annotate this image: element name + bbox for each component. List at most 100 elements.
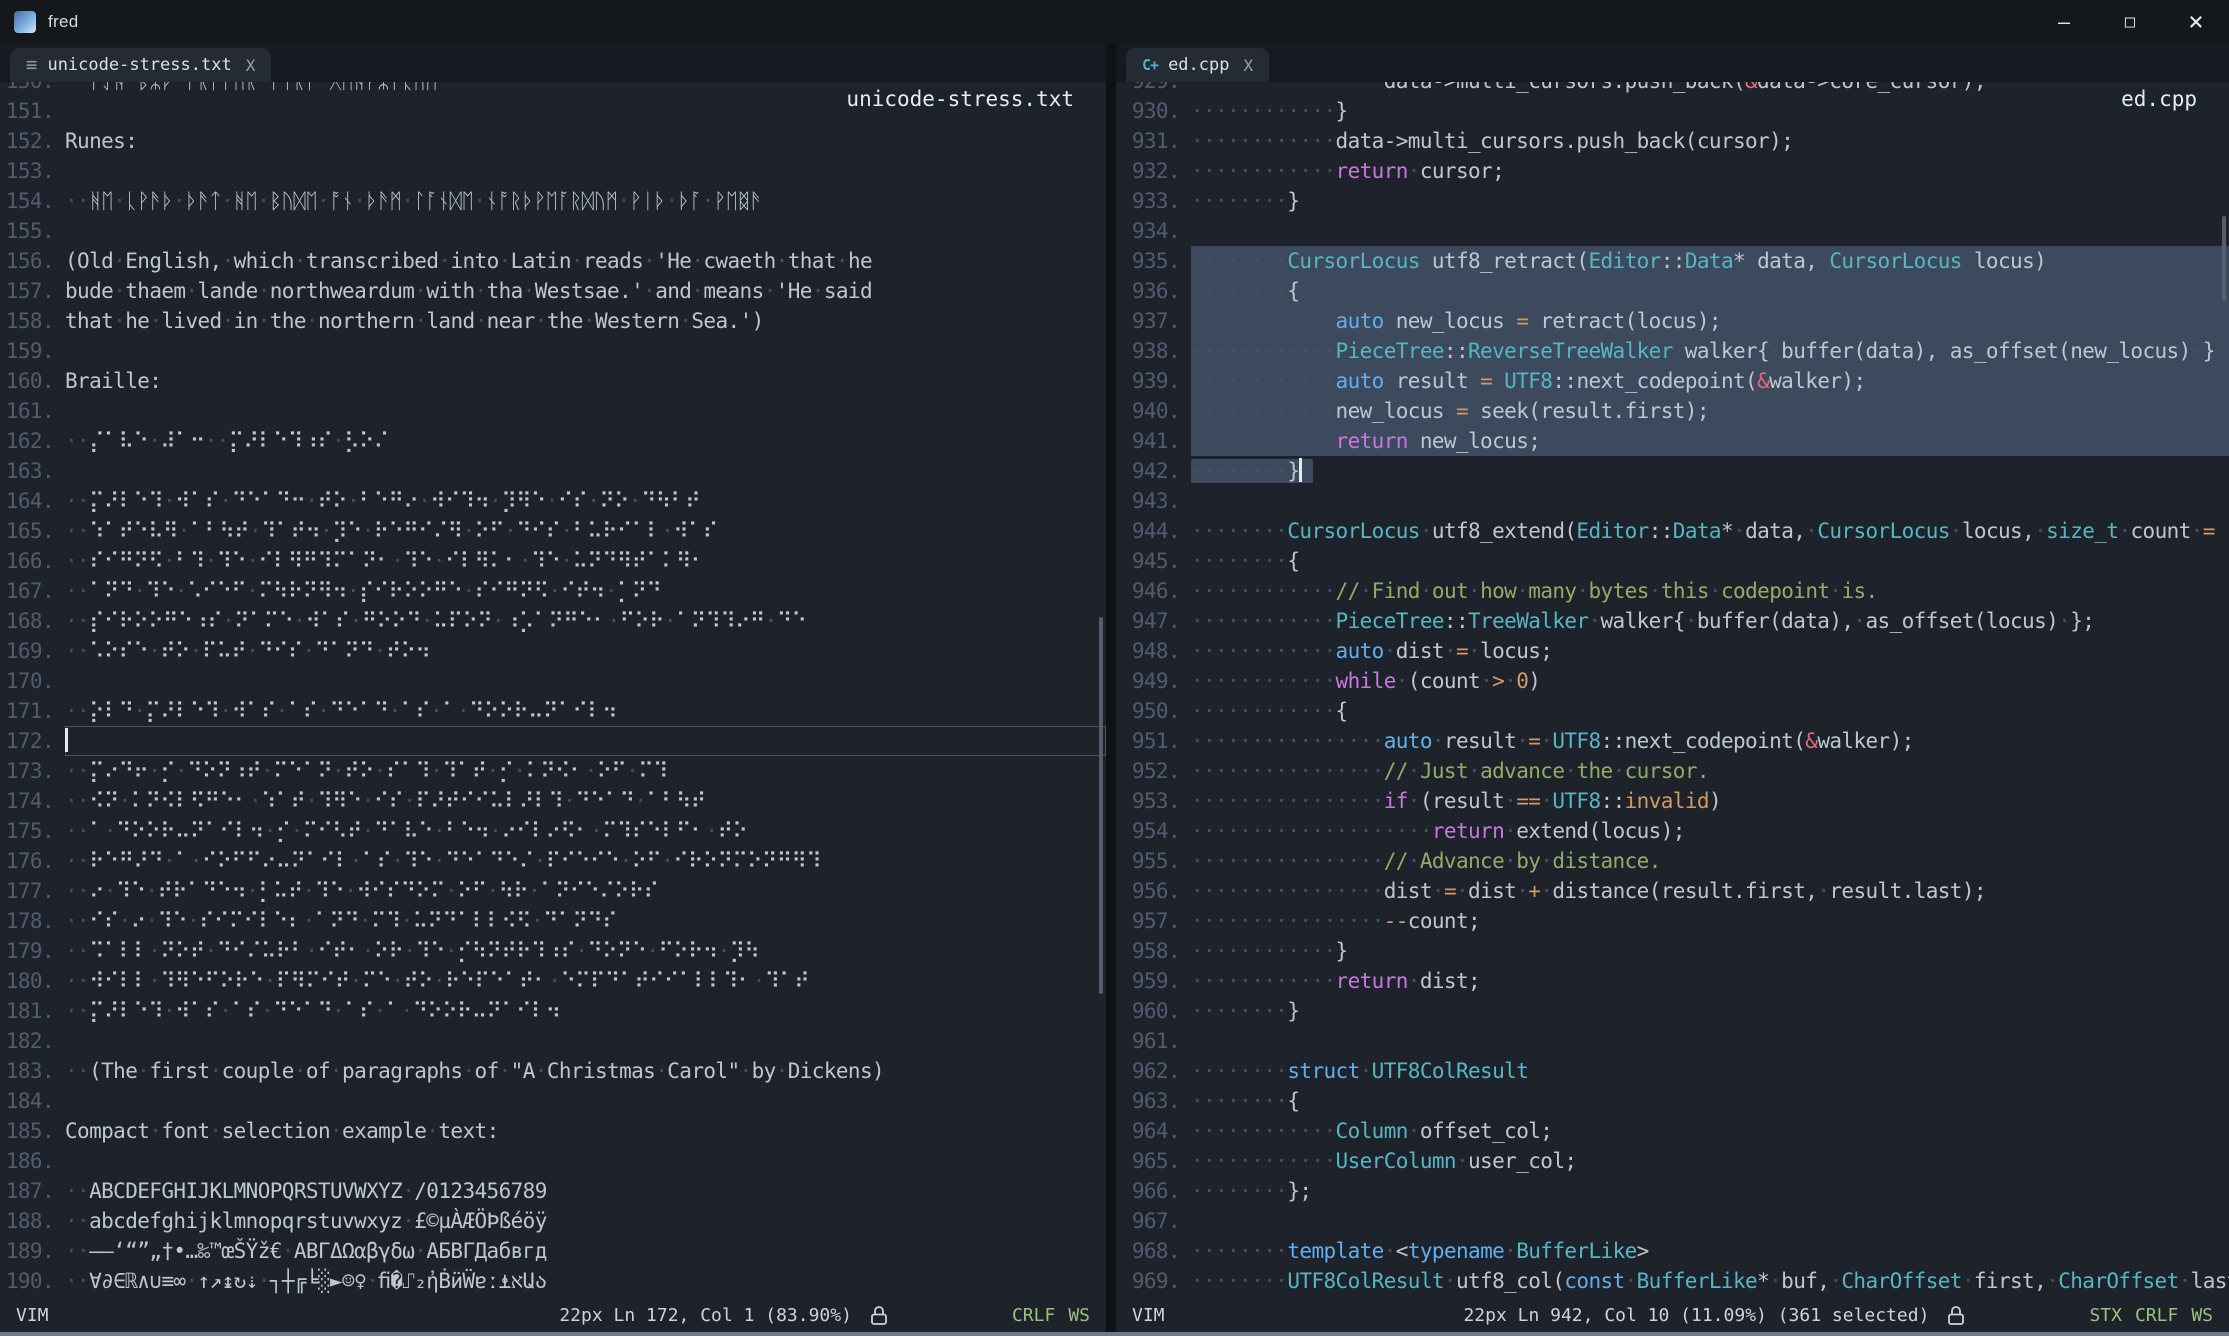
minimize-button[interactable]: – [2031, 0, 2097, 44]
editor-line[interactable]: 166.··⠎⠊⠛⠝⠫·⠃⠹·⠹⠑·⠊⠇⠻⠛⠹⠍⠁⠝⠂·⠹⠑·⠊⠇⠻⠅⠂·⠹⠑·… [0, 546, 1106, 576]
editor-line[interactable]: 954.····················return·extend(lo… [1116, 816, 2229, 846]
editor-line[interactable]: 962.········struct·UTF8ColResult [1116, 1056, 2229, 1086]
editor-line[interactable]: 944.········CursorLocus·utf8_extend(Edit… [1116, 516, 2229, 546]
editor-line[interactable]: 179.··⠩⠁⠇⠇·⠝⠕⠞·⠙⠊⠌⠥⠗⠃·⠊⠞⠂·⠕⠗·⠹⠑·⡊⠳⠝⠞⠗⠹⠰⠎… [0, 936, 1106, 966]
editor-line[interactable]: 183.··(The·first·couple·of·paragraphs·of… [0, 1056, 1106, 1086]
editor-line[interactable]: 957.················--count; [1116, 906, 2229, 936]
editor-line[interactable]: 156.(Old·English,·which·transcribed·into… [0, 246, 1106, 276]
editor-line[interactable]: 956.················dist·=·dist·+·distan… [1116, 876, 2229, 906]
editor-line[interactable]: 184. [0, 1086, 1106, 1116]
maximize-button[interactable]: □ [2097, 0, 2163, 44]
status-flag-stx[interactable]: STX [2089, 1305, 2122, 1326]
editor-line[interactable]: 953.················if·(result·==·UTF8::… [1116, 786, 2229, 816]
tab-close-icon[interactable]: X [1243, 56, 1253, 75]
editor-line[interactable]: 936.········{ [1116, 276, 2229, 306]
editor-line[interactable]: 185.Compact·font·selection·example·text: [0, 1116, 1106, 1146]
editor-line[interactable]: 931.············data->multi_cursors.push… [1116, 126, 2229, 156]
editor-line[interactable]: 955.················//·Advance·by·distan… [1116, 846, 2229, 876]
editor-line[interactable]: 937.············auto·new_locus·=·retract… [1116, 306, 2229, 336]
editor-line[interactable]: 172. [0, 726, 1106, 756]
editor-line[interactable]: 945.········{ [1116, 546, 2229, 576]
editor-line[interactable]: 948.············auto·dist·=·locus; [1116, 636, 2229, 666]
editor-line[interactable]: 961. [1116, 1026, 2229, 1056]
editor-line[interactable]: 165.··⠱⠁⠞⠑⠧⠻·⠁⠃⠳⠞·⠹⠁⠞⠲·⡹⠑·⠗⠑⠛⠊⠌⠻·⠕⠋·⠙⠊⠎·… [0, 516, 1106, 546]
editor-line[interactable]: 946.············//·Find·out·how·many·byt… [1116, 576, 2229, 606]
editor-line[interactable]: 942.········} [1116, 456, 2229, 486]
status-flag-ws[interactable]: WS [2191, 1305, 2213, 1326]
editor-line[interactable]: 168.··⡎⠊⠗⠕⠕⠛⠑⠰⠎·⠝⠁⠍⠑·⠺⠁⠎·⠛⠕⠕⠙·⠥⠏⠕⠝·⠰⡡⠁⠝⠛… [0, 606, 1106, 636]
editor-line[interactable]: 939.············auto·result·=·UTF8::next… [1116, 366, 2229, 396]
status-flag-crlf[interactable]: CRLF [1012, 1305, 1055, 1326]
editor-line[interactable]: 178.··⠊⠎·⠔·⠹⠑·⠎⠊⠍⠊⠇⠑⠆·⠁⠝⠙·⠍⠹·⠥⠝⠙⠁⠇⠇⠪⠫·⠙⠁… [0, 906, 1106, 936]
editor-line[interactable]: 951.················auto·result·=·UTF8::… [1116, 726, 2229, 756]
editor-line[interactable]: 188.··abcdefghijklmnopqrstuvwxyz·£©µÀÆÖÞ… [0, 1206, 1106, 1236]
editor-line[interactable]: 969.········UTF8ColResult·utf8_col(const… [1116, 1266, 2229, 1296]
editor-line[interactable]: 960.········} [1116, 996, 2229, 1026]
editor-line[interactable]: 967. [1116, 1206, 2229, 1236]
editor-line[interactable]: 177.··⠔·⠹⠑·⠞⠗⠁⠙⠑⠲·⡃⠥⠞·⠹⠑·⠺⠊⠎⠙⠕⠍·⠕⠋·⠳⠗·⠁⠝… [0, 876, 1106, 906]
editor-line[interactable]: 959.············return·dist; [1116, 966, 2229, 996]
editor-line[interactable]: 934. [1116, 216, 2229, 246]
close-button[interactable]: × [2163, 0, 2229, 44]
lock-icon[interactable] [1947, 1305, 1965, 1326]
editor-line[interactable]: 189.··–—‘“”„†•…‰™œŠŸž€·ΑΒΓΔΩαβγδω·АБВГДа… [0, 1236, 1106, 1266]
editor-line[interactable]: 167.··⠁⠝⠙·⠹⠑·⠡⠊⠑⠋·⠍⠳⠗⠝⠻⠲·⡎⠊⠗⠕⠕⠛⠑·⠎⠊⠛⠝⠫·⠊… [0, 576, 1106, 606]
editor-line[interactable]: 169.··⠡⠕⠎⠑·⠞⠕·⠏⠥⠞·⠙⠊⠎·⠙⠁⠝⠙·⠞⠕⠲ [0, 636, 1106, 666]
editor-line[interactable]: 161. [0, 396, 1106, 426]
status-flag-ws[interactable]: WS [1068, 1305, 1090, 1326]
editor-line[interactable]: 929.················data->multi_cursors.… [1116, 82, 2229, 96]
editor-line[interactable]: 933.········} [1116, 186, 2229, 216]
editor-line[interactable]: 176.··⠗⠑⠛⠜⠙·⠁·⠊⠕⠋⠋⠔⠤⠝⠁⠊⠇·⠁⠎·⠹⠑·⠙⠑⠁⠙⠑⠌·⠏⠊… [0, 846, 1106, 876]
editor-line[interactable]: 157.bude·thaem·lande·northweardum·with·t… [0, 276, 1106, 306]
tab-unicode-stress-txt[interactable]: ≡ unicode-stress.txt X [10, 48, 271, 82]
editor-line[interactable]: 964.············Column·offset_col; [1116, 1116, 2229, 1146]
editor-line[interactable]: 949.············while·(count·>·0) [1116, 666, 2229, 696]
editor-line[interactable]: 190.··∀∂∈ℝ∧∪≡∞·↑↗↨↻⇣·┐┼╔╘░►☺♀·ﬁ�⑀₂ἠḂӥẄɐː… [0, 1266, 1106, 1296]
right-scrollbar[interactable] [2219, 82, 2229, 1298]
right-editor[interactable]: 929.················data->multi_cursors.… [1116, 82, 2229, 1298]
editor-line[interactable]: 174.··⠪⠝·⠅⠝⠪⠇⠫⠛⠑⠂·⠱⠁⠞·⠹⠻⠑·⠊⠎·⠏⠜⠞⠊⠊⠥⠇⠜⠇⠹·… [0, 786, 1106, 816]
tab-close-icon[interactable]: X [246, 56, 256, 75]
editor-line[interactable]: 947.············PieceTree::TreeWalker·wa… [1116, 606, 2229, 636]
editor-line[interactable]: 963.········{ [1116, 1086, 2229, 1116]
left-scrollbar[interactable] [1096, 82, 1106, 1298]
editor-line[interactable]: 940.············new_locus·=·seek(result.… [1116, 396, 2229, 426]
editor-line[interactable]: 930.············} [1116, 96, 2229, 126]
editor-line[interactable]: 180.··⠺⠊⠇⠇·⠹⠻⠑⠋⠕⠗⠑·⠏⠻⠍⠊⠞·⠍⠑·⠞⠕·⠗⠑⠏⠑⠁⠞⠂·⠑… [0, 966, 1106, 996]
editor-line[interactable]: 966.········}; [1116, 1176, 2229, 1206]
left-scrollbar-thumb[interactable] [1099, 617, 1103, 994]
editor-line[interactable]: 160.Braille: [0, 366, 1106, 396]
editor-line[interactable]: 164.··⡍⠜⠇⠑⠹·⠺⠁⠎·⠙⠑⠁⠙⠒·⠞⠕·⠃⠑⠛⠔·⠺⠊⠹⠲·⡹⠻⠑·⠊… [0, 486, 1106, 516]
editor-line[interactable]: 186. [0, 1146, 1106, 1176]
editor-line[interactable]: 932.············return·cursor; [1116, 156, 2229, 186]
editor-line[interactable]: 938.············PieceTree::ReverseTreeWa… [1116, 336, 2229, 366]
editor-line[interactable]: 173.··⡍⠔⠙⠖·⡊·⠙⠕⠝⠰⠞·⠍⠑⠁⠝·⠞⠕·⠎⠁⠹·⠹⠁⠞·⡊·⠅⠝⠪… [0, 756, 1106, 786]
editor-line[interactable]: 965.············UserColumn·user_col; [1116, 1146, 2229, 1176]
editor-line[interactable]: 181.··⡍⠜⠇⠑⠹·⠺⠁⠎·⠁⠎·⠙⠑⠁⠙·⠁⠎·⠁·⠙⠕⠕⠗⠤⠝⠁⠊⠇⠲ [0, 996, 1106, 1026]
editor-line[interactable]: 159. [0, 336, 1106, 366]
editor-line[interactable]: 153. [0, 156, 1106, 186]
tab-ed-cpp[interactable]: C+ ed.cpp X [1126, 48, 1269, 82]
editor-line[interactable]: 171.··⡕⠇⠙·⡍⠜⠇⠑⠹·⠺⠁⠎·⠁⠎·⠙⠑⠁⠙·⠁⠎·⠁·⠙⠕⠕⠗⠤⠝⠁… [0, 696, 1106, 726]
editor-line[interactable]: 175.··⠁·⠙⠕⠕⠗⠤⠝⠁⠊⠇⠲·⡊·⠍⠊⠣⠞·⠙⠁⠧⠑·⠃⠑⠲·⠔⠊⠇⠔⠫… [0, 816, 1106, 846]
editor-line[interactable]: 952.················//·Just·advance·the·… [1116, 756, 2229, 786]
right-scrollbar-thumb[interactable] [2222, 216, 2226, 301]
pane-divider[interactable] [1106, 44, 1116, 1332]
editor-line[interactable]: 163. [0, 456, 1106, 486]
status-flag-crlf[interactable]: CRLF [2135, 1305, 2178, 1326]
editor-line[interactable]: 155. [0, 216, 1106, 246]
editor-line[interactable]: 182. [0, 1026, 1106, 1056]
lock-icon[interactable] [870, 1305, 888, 1326]
editor-line[interactable]: 943. [1116, 486, 2229, 516]
editor-line[interactable]: 154.··ᚻᛖ·ᚳᚹᚫᚦ·ᚦᚫᛏ·ᚻᛖ·ᛒᚢᛞᛖ·ᚩᚾ·ᚦᚫᛗ·ᛚᚪᚾᛞᛖ·ᚾ… [0, 186, 1106, 216]
editor-line[interactable]: 958.············} [1116, 936, 2229, 966]
editor-line[interactable]: 935.········CursorLocus·utf8_retract(Edi… [1116, 246, 2229, 276]
editor-line[interactable]: 170. [0, 666, 1106, 696]
editor-line[interactable]: 158.that·he·lived·in·the·northern·land·n… [0, 306, 1106, 336]
editor-line[interactable]: 950.············{ [1116, 696, 2229, 726]
left-editor[interactable]: 150.··ᚠᛇᚻ᛫ᛒᛦᚦ᛫ᚠᚱᚩᚠᚢᚱ᛫ᚠᛁᚱᚪ᛫ᚷᛖᚻᚹᛦᛚᚳᚢᛗ151.1… [0, 82, 1106, 1298]
editor-line[interactable]: 941.············return·new_locus; [1116, 426, 2229, 456]
editor-line[interactable]: 162.··⡌⠁⠧⠑·⠼⠁⠒··⡍⠜⠇⠑⠹⠰⠎·⡣⠕⠌ [0, 426, 1106, 456]
editor-line[interactable]: 187.··ABCDEFGHIJKLMNOPQRSTUVWXYZ·/012345… [0, 1176, 1106, 1206]
editor-line[interactable]: 968.········template·<typename·BufferLik… [1116, 1236, 2229, 1266]
